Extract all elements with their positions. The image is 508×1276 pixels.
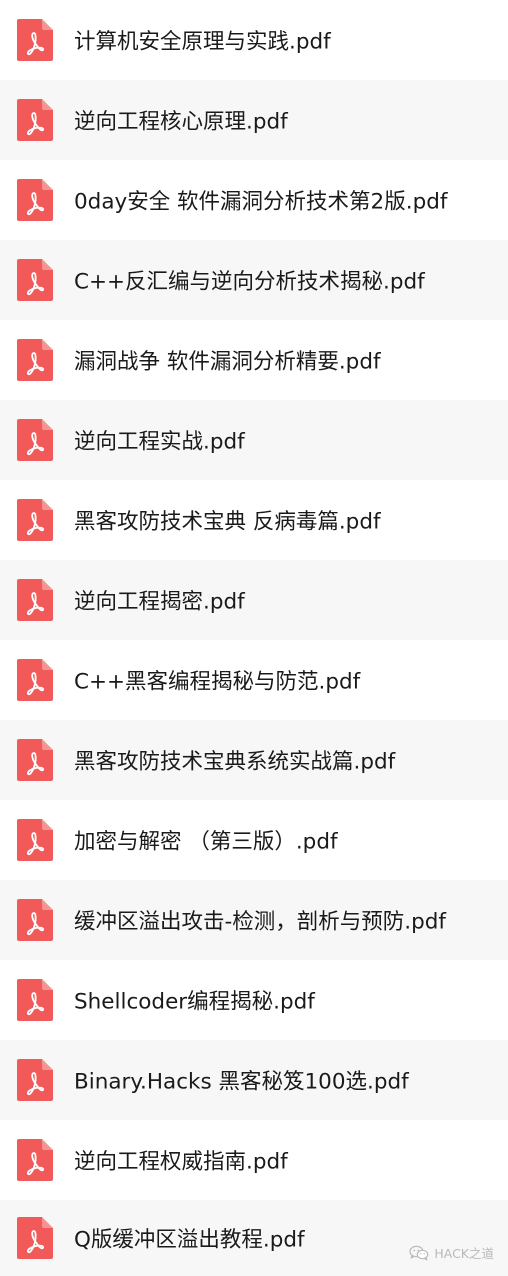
file-row[interactable]: Q版缓冲区溢出教程.pdf (0, 1200, 508, 1276)
file-name: 缓冲区溢出攻击-检测，剖析与预防.pdf (74, 909, 446, 935)
file-row[interactable]: 逆向工程实战.pdf (0, 400, 508, 480)
file-name: Shellcoder编程揭秘.pdf (74, 989, 315, 1015)
file-row[interactable]: 逆向工程核心原理.pdf (0, 80, 508, 160)
file-row[interactable]: 黑客攻防技术宝典系统实战篇.pdf (0, 720, 508, 800)
watermark-text: HACK之道 (434, 1246, 494, 1261)
file-name: C++黑客编程揭秘与防范.pdf (74, 669, 361, 695)
pdf-file-icon (17, 1059, 53, 1101)
file-name: 逆向工程权威指南.pdf (74, 1149, 288, 1175)
pdf-file-icon (17, 1217, 53, 1259)
file-name: 加密与解密 （第三版）.pdf (74, 829, 338, 855)
watermark: HACK之道 (409, 1243, 494, 1262)
file-name: 黑客攻防技术宝典系统实战篇.pdf (74, 749, 396, 775)
file-row[interactable]: 缓冲区溢出攻击-检测，剖析与预防.pdf (0, 880, 508, 960)
pdf-file-icon (17, 499, 53, 541)
pdf-file-icon (17, 259, 53, 301)
pdf-file-icon (17, 659, 53, 701)
file-name: 计算机安全原理与实践.pdf (74, 29, 331, 55)
pdf-file-icon (17, 579, 53, 621)
file-row[interactable]: Binary.Hacks 黑客秘笈100选.pdf (0, 1040, 508, 1120)
file-name: 逆向工程核心原理.pdf (74, 109, 288, 135)
wechat-icon (409, 1245, 429, 1261)
file-row[interactable]: 计算机安全原理与实践.pdf (0, 0, 508, 80)
file-row[interactable]: 黑客攻防技术宝典 反病毒篇.pdf (0, 480, 508, 560)
pdf-file-icon (17, 979, 53, 1021)
file-row[interactable]: 加密与解密 （第三版）.pdf (0, 800, 508, 880)
file-row[interactable]: 漏洞战争 软件漏洞分析精要.pdf (0, 320, 508, 400)
file-name: 黑客攻防技术宝典 反病毒篇.pdf (74, 509, 381, 535)
file-name: Q版缓冲区溢出教程.pdf (74, 1227, 305, 1253)
file-row[interactable]: C++黑客编程揭秘与防范.pdf (0, 640, 508, 720)
file-row[interactable]: 逆向工程揭密.pdf (0, 560, 508, 640)
file-name: 0day安全 软件漏洞分析技术第2版.pdf (74, 189, 448, 215)
file-row[interactable]: Shellcoder编程揭秘.pdf (0, 960, 508, 1040)
file-name: 逆向工程揭密.pdf (74, 589, 245, 615)
pdf-file-icon (17, 819, 53, 861)
pdf-file-icon (17, 19, 53, 61)
pdf-file-icon (17, 739, 53, 781)
file-name: C++反汇编与逆向分析技术揭秘.pdf (74, 269, 425, 295)
file-name: 逆向工程实战.pdf (74, 429, 245, 455)
pdf-file-icon (17, 339, 53, 381)
file-list: 计算机安全原理与实践.pdf 逆向工程核心原理.pdf 0day安全 软件漏洞分… (0, 0, 508, 1276)
pdf-file-icon (17, 1139, 53, 1181)
pdf-file-icon (17, 899, 53, 941)
file-name: 漏洞战争 软件漏洞分析精要.pdf (74, 349, 381, 375)
file-row[interactable]: C++反汇编与逆向分析技术揭秘.pdf (0, 240, 508, 320)
file-row[interactable]: 逆向工程权威指南.pdf (0, 1120, 508, 1200)
pdf-file-icon (17, 419, 53, 461)
pdf-file-icon (17, 179, 53, 221)
pdf-file-icon (17, 99, 53, 141)
file-name: Binary.Hacks 黑客秘笈100选.pdf (74, 1069, 409, 1095)
file-row[interactable]: 0day安全 软件漏洞分析技术第2版.pdf (0, 160, 508, 240)
